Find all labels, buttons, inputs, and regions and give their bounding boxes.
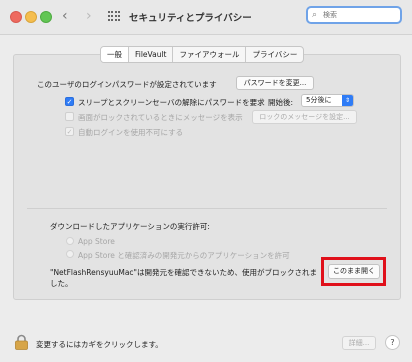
minimize-window-button[interactable] — [25, 11, 37, 23]
lock-icon[interactable] — [14, 334, 29, 350]
password-set-text: このユーザのログインパスワードが設定されています — [37, 80, 217, 89]
require-password-label: スリープとスクリーンセーバの解除にパスワードを要求 — [78, 98, 265, 107]
forward-button[interactable]: › — [86, 8, 92, 24]
tab-firewall[interactable]: ファイアウォール — [172, 47, 245, 62]
zoom-window-button[interactable] — [40, 11, 52, 23]
tab-filevault[interactable]: FileVault — [128, 47, 172, 62]
blocked-app-message-line1: "NetFlashRensyuuMac"は開発元を確認できないため、使用がブロッ… — [50, 268, 318, 277]
blocked-app-message-line2: した。 — [50, 279, 73, 288]
disable-auto-login-label: 自動ログインを使用不可にする — [78, 128, 184, 137]
delay-select-value: 5分後に — [306, 96, 332, 104]
security-privacy-window: ‹ › セキュリティとプライバシー ⌕ 一般 FileVault ファイアウォー… — [0, 0, 412, 362]
section-divider — [27, 208, 387, 209]
radio-app-store-label: App Store — [78, 237, 115, 246]
show-message-checkbox[interactable] — [65, 112, 74, 121]
search-field[interactable]: ⌕ — [306, 6, 402, 24]
help-button[interactable]: ? — [385, 335, 400, 350]
lock-instruction-text: 変更するにはカギをクリックします。 — [36, 340, 163, 349]
show-all-grid-icon[interactable] — [108, 11, 120, 22]
chevron-updown-icon: ⇕ — [342, 95, 353, 106]
red-highlight-box — [321, 257, 386, 286]
show-message-label: 画面がロックされているときにメッセージを表示 — [78, 113, 243, 122]
delay-select[interactable]: 5分後に ⇕ — [301, 94, 354, 107]
advanced-button[interactable]: 詳細... — [342, 336, 376, 350]
require-password-checkbox[interactable]: ✓ — [65, 97, 74, 106]
tab-general[interactable]: 一般 — [101, 47, 128, 62]
set-lock-message-button[interactable]: ロックのメッセージを設定... — [252, 110, 357, 124]
disable-auto-login-checkbox[interactable]: ✓ — [65, 127, 74, 136]
back-button[interactable]: ‹ — [62, 8, 68, 24]
window-title: セキュリティとプライバシー — [129, 13, 252, 24]
radio-app-store-identified-devs[interactable] — [66, 250, 74, 258]
change-password-button[interactable]: パスワードを変更... — [236, 76, 314, 90]
tab-bar: 一般 FileVault ファイアウォール プライバシー — [100, 46, 305, 63]
radio-app-store-identified-devs-label: App Store と確認済みの開発元からのアプリケーションを許可 — [78, 251, 290, 260]
title-bar: ‹ › セキュリティとプライバシー ⌕ — [0, 0, 412, 35]
tab-privacy[interactable]: プライバシー — [245, 47, 303, 62]
downloads-heading: ダウンロードしたアプリケーションの実行許可: — [50, 222, 210, 231]
search-icon: ⌕ — [312, 10, 318, 20]
after-label: 開始後: — [268, 98, 294, 107]
close-window-button[interactable] — [10, 11, 22, 23]
search-input[interactable] — [323, 9, 397, 21]
radio-app-store[interactable] — [66, 237, 74, 245]
